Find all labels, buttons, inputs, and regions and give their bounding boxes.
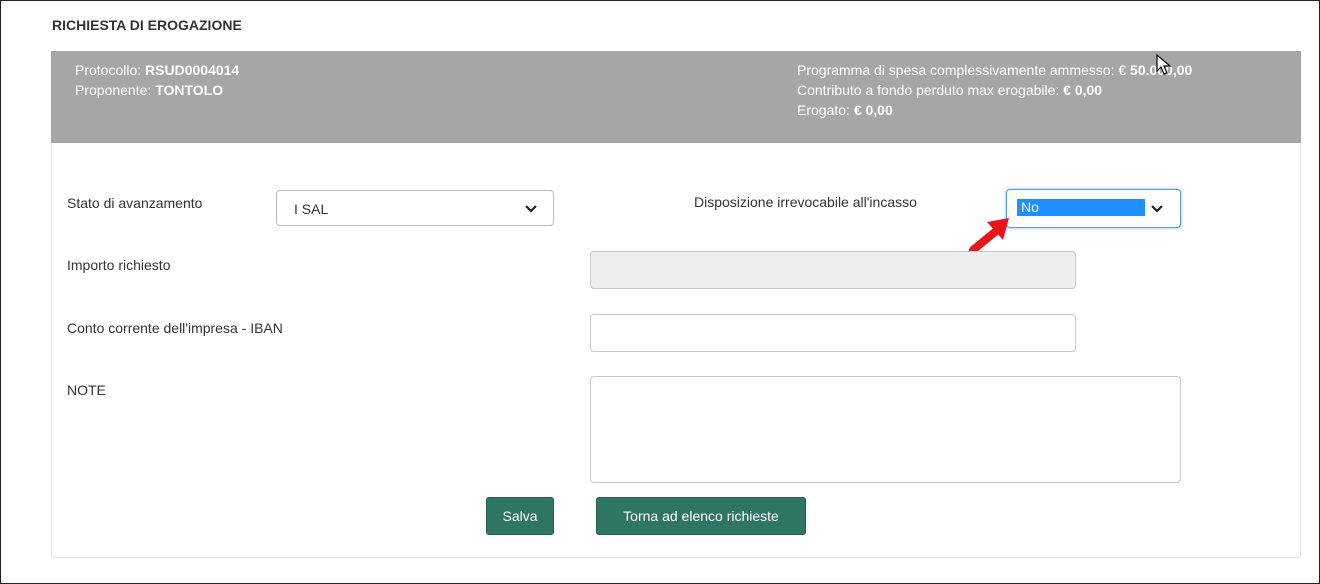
save-button[interactable]: Salva <box>486 497 554 535</box>
chevron-down-icon <box>525 205 537 213</box>
info-header: Protocollo: RSUD0004014 Proponente: TONT… <box>51 51 1301 143</box>
page-title: RICHIESTA DI EROGAZIONE <box>52 17 242 33</box>
stato-select[interactable]: I SAL <box>276 190 554 226</box>
iban-input[interactable] <box>590 314 1076 352</box>
programma-label: Programma di spesa complessivamente amme… <box>797 62 1127 78</box>
erogato-value: € 0,00 <box>853 102 893 118</box>
importo-input <box>590 251 1076 289</box>
disposizione-select-value: No <box>1017 199 1145 216</box>
disposizione-select[interactable]: No <box>1006 189 1181 228</box>
erogato-row: Erogato: € 0,00 <box>797 100 1192 120</box>
note-textarea[interactable] <box>590 376 1181 483</box>
importo-label: Importo richiesto <box>67 257 171 273</box>
mouse-pointer-icon <box>1156 54 1172 75</box>
erogato-label: Erogato: <box>797 102 850 118</box>
proponente-value: TONTOLO <box>155 82 224 98</box>
note-label: NOTE <box>67 382 106 398</box>
info-left: Protocollo: RSUD0004014 Proponente: TONT… <box>75 60 239 100</box>
contributo-label: Contributo a fondo perduto max erogabile… <box>797 82 1060 98</box>
back-to-list-button[interactable]: Torna ad elenco richieste <box>596 497 806 535</box>
iban-label: Conto corrente dell'impresa - IBAN <box>67 320 283 336</box>
protocollo-value: RSUD0004014 <box>145 62 240 78</box>
disposizione-label: Disposizione irrevocabile all'incasso <box>694 194 917 210</box>
stato-select-value: I SAL <box>294 201 329 217</box>
contributo-row: Contributo a fondo perduto max erogabile… <box>797 80 1192 100</box>
proponente-label: Proponente: <box>75 82 152 98</box>
programma-row: Programma di spesa complessivamente amme… <box>797 60 1192 80</box>
proponente-row: Proponente: TONTOLO <box>75 80 239 100</box>
info-right: Programma di spesa complessivamente amme… <box>797 60 1192 120</box>
protocollo-label: Protocollo: <box>75 62 142 78</box>
contributo-value: € 0,00 <box>1063 82 1103 98</box>
stato-label: Stato di avanzamento <box>67 195 203 211</box>
protocollo-row: Protocollo: RSUD0004014 <box>75 60 239 80</box>
chevron-down-icon <box>1151 205 1163 213</box>
